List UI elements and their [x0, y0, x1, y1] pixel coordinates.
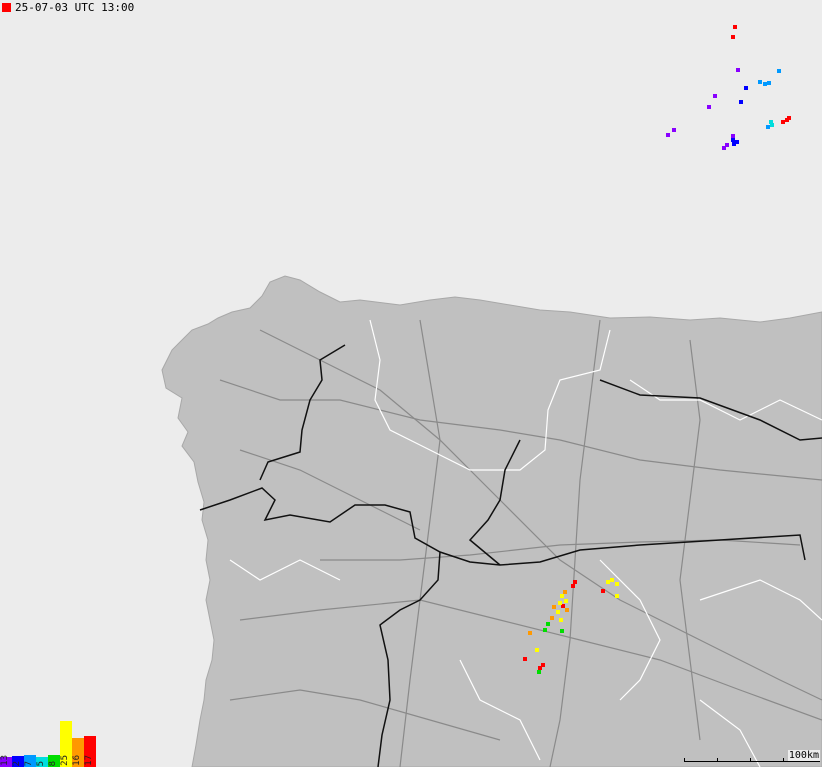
lightning-strike: [610, 578, 614, 582]
lightning-strike: [543, 628, 547, 632]
lightning-strike: [559, 618, 563, 622]
legend-count: 5: [36, 760, 46, 766]
land-mass: [161, 275, 822, 767]
legend-bar: 2: [12, 756, 24, 767]
lightning-strike: [528, 631, 532, 635]
lightning-strike: [573, 580, 577, 584]
lightning-strike: [601, 589, 605, 593]
lightning-strike: [615, 582, 619, 586]
legend-bar: 16: [72, 738, 84, 767]
lightning-strike: [787, 116, 791, 120]
lightning-strike: [735, 140, 739, 144]
legend-bar: 7: [24, 755, 36, 767]
lightning-strike: [766, 125, 770, 129]
lightning-strike: [541, 663, 545, 667]
legend-bar: 8: [48, 755, 60, 767]
lightning-strike: [571, 584, 575, 588]
lightning-strike: [560, 629, 564, 633]
legend-bar: 25: [60, 721, 72, 767]
legend-count: 7: [24, 760, 34, 766]
lightning-strike: [758, 80, 762, 84]
lightning-strike: [535, 648, 539, 652]
lightning-strike: [672, 128, 676, 132]
legend-count: 13: [0, 755, 10, 766]
map-canvas: [0, 0, 822, 767]
timestamp-display: 25-07-03 UTC 13:00: [2, 1, 134, 14]
lightning-strike: [552, 605, 556, 609]
legend-bar: 5: [36, 757, 48, 767]
lightning-strike: [707, 105, 711, 109]
legend-count: 25: [60, 755, 70, 766]
lightning-strike: [744, 86, 748, 90]
lightning-strike: [537, 670, 541, 674]
lightning-strike: [556, 610, 560, 614]
timestamp-text: 25-07-03 UTC 13:00: [15, 1, 135, 14]
scale-label: 100km: [787, 750, 820, 761]
legend-bar: 17: [84, 736, 96, 767]
lightning-strike: [713, 94, 717, 98]
legend-count: 16: [72, 755, 82, 766]
scale-bar: 100km: [684, 747, 820, 765]
lightning-strike: [563, 590, 567, 594]
lightning-strike: [564, 599, 568, 603]
lightning-strike: [777, 69, 781, 73]
legend-count: 8: [48, 760, 58, 766]
lightning-strike: [781, 120, 785, 124]
lightning-strike: [666, 133, 670, 137]
lightning-strike: [523, 657, 527, 661]
lightning-strike: [767, 81, 771, 85]
legend-count: 2: [12, 760, 22, 766]
lightning-strike: [615, 594, 619, 598]
lightning-strike: [558, 601, 562, 605]
lightning-strike: [731, 35, 735, 39]
lightning-strike: [731, 134, 735, 138]
legend-bar: 13: [0, 755, 12, 767]
strike-count-legend: 13 2 7 5 8 25 16 17: [0, 719, 100, 767]
legend-count: 17: [84, 755, 94, 766]
lightning-strike: [733, 25, 737, 29]
lightning-strike: [736, 68, 740, 72]
lightning-strike: [739, 100, 743, 104]
lightning-strike: [565, 608, 569, 612]
lightning-strike: [546, 622, 550, 626]
lightning-strike: [731, 138, 735, 142]
lightning-strike: [770, 123, 774, 127]
timestamp-marker: [2, 3, 11, 12]
lightning-strike: [550, 616, 554, 620]
lightning-strike: [725, 143, 729, 147]
lightning-strike: [763, 82, 767, 86]
lightning-strike: [560, 594, 564, 598]
lightning-strike: [606, 580, 610, 584]
